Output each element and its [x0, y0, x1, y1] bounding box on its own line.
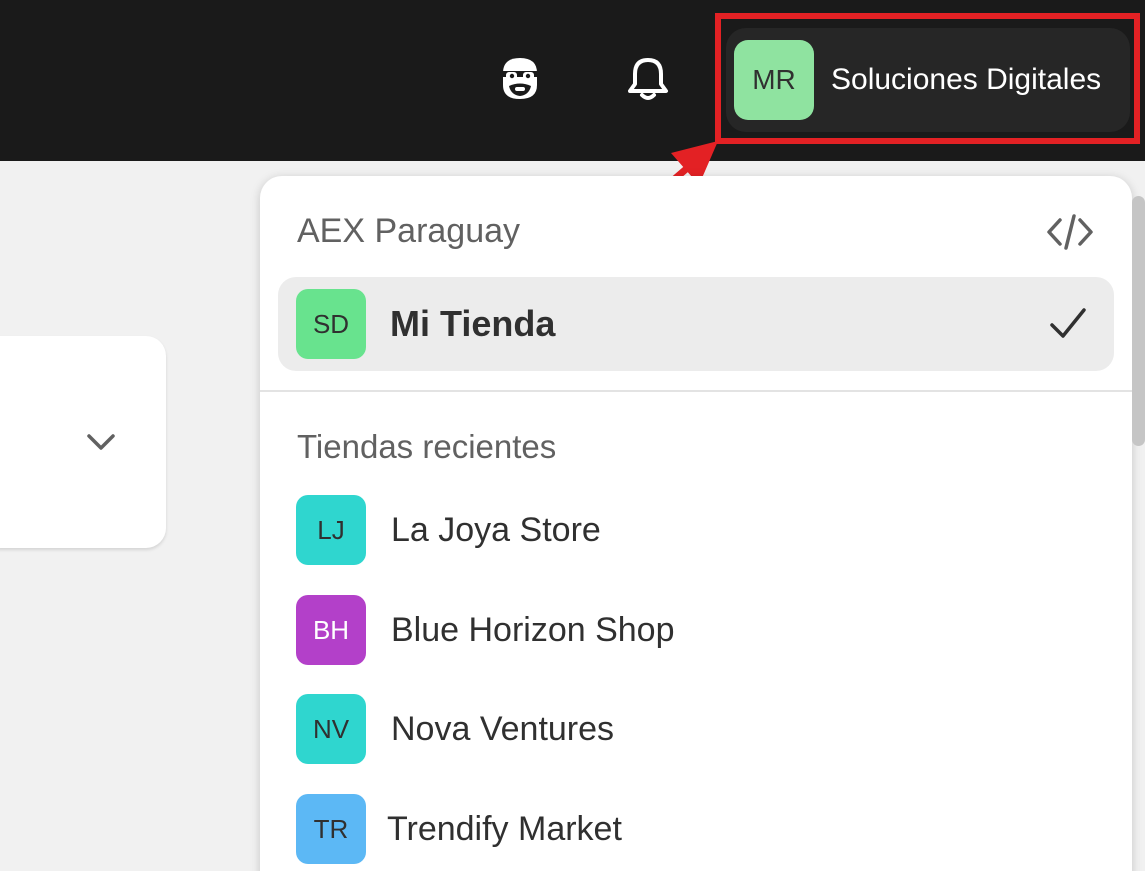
store-name: La Joya Store	[391, 510, 601, 549]
store-avatar: NV	[296, 694, 366, 764]
organization-name: AEX Paraguay	[297, 212, 521, 250]
store-switcher-button[interactable]: MR Soluciones Digitales	[726, 28, 1130, 132]
checkmark-icon	[1048, 304, 1088, 349]
store-avatar: MR	[734, 40, 814, 120]
store-switcher-name: Soluciones Digitales	[831, 63, 1102, 96]
store-name: Nova Ventures	[391, 709, 615, 748]
current-store-item[interactable]: SD Mi Tienda	[278, 277, 1114, 371]
current-store-name: Mi Tienda	[390, 303, 556, 344]
chevron-down-icon[interactable]	[86, 432, 116, 457]
store-avatar: TR	[296, 794, 366, 864]
recent-store-item[interactable]: BH Blue Horizon Shop	[296, 595, 1096, 665]
store-name: Trendify Market	[387, 809, 622, 848]
top-bar: MR Soluciones Digitales	[0, 0, 1145, 161]
bell-icon[interactable]	[622, 52, 674, 104]
recent-store-item[interactable]: TR Trendify Market	[296, 794, 1096, 864]
recent-store-item[interactable]: LJ La Joya Store	[296, 495, 1096, 565]
sidekick-icon[interactable]	[494, 52, 546, 104]
store-name: Blue Horizon Shop	[391, 610, 675, 649]
code-icon[interactable]	[1046, 212, 1094, 257]
store-avatar: LJ	[296, 495, 366, 565]
store-avatar: BH	[296, 595, 366, 665]
current-store-avatar: SD	[296, 289, 366, 359]
recent-store-item[interactable]: NV Nova Ventures	[296, 694, 1096, 764]
recent-stores-heading: Tiendas recientes	[297, 428, 557, 465]
store-switcher-menu: AEX Paraguay SD Mi Tienda Tiendas recien…	[260, 176, 1132, 871]
scrollbar[interactable]	[1132, 196, 1145, 446]
menu-divider	[260, 390, 1132, 392]
background-card	[0, 336, 166, 548]
